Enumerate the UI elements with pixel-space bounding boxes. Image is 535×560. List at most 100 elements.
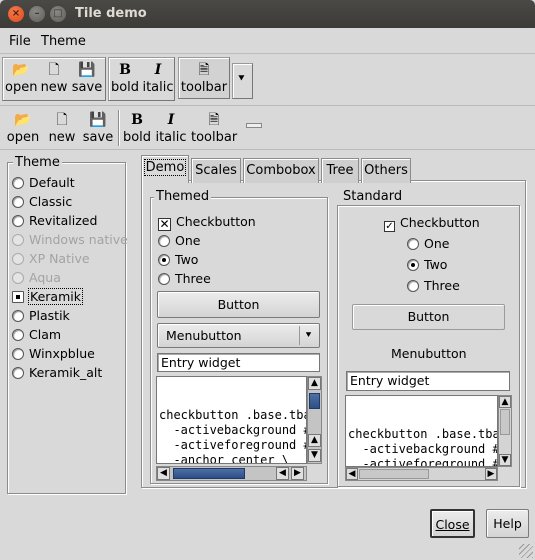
tab-demo[interactable]: Demo xyxy=(141,155,189,183)
scroll-right-icon[interactable]: ▶ xyxy=(291,467,304,480)
toolbar1-italic-button[interactable]: I italic xyxy=(142,60,174,95)
toolbar2-bold-button[interactable]: B bold xyxy=(122,110,152,145)
toolbar2-toolbar-button[interactable]: 🗎 toolbar xyxy=(191,110,237,145)
help-button[interactable]: Help xyxy=(486,509,529,538)
resize-grip-icon[interactable] xyxy=(519,544,533,558)
standard-button[interactable]: Button xyxy=(352,304,505,330)
toolbar2-open-label: open xyxy=(6,130,40,145)
radio-indicator-icon xyxy=(407,238,419,250)
standard-checkbutton[interactable]: ✓ Checkbutton xyxy=(384,215,480,232)
checkbox-icon: ✕ xyxy=(158,217,171,231)
standard-vscrollbar[interactable]: ▲ ▼ xyxy=(498,395,512,467)
radio-indicator-icon xyxy=(12,177,24,189)
toolbar1-open-button[interactable]: 📂 open xyxy=(5,60,37,95)
standard-checkbutton-label: Checkbutton xyxy=(400,215,480,230)
radio-indicator-icon xyxy=(12,310,24,322)
toolbar2-open-button[interactable]: 📂 open xyxy=(6,110,40,145)
themed-menubutton[interactable]: Menubutton ⯆ xyxy=(157,323,320,348)
scroll-left-icon[interactable]: ◀ xyxy=(346,468,358,480)
radio-indicator-icon xyxy=(12,272,24,284)
text-line: -activebackground #d xyxy=(348,442,498,456)
radio-indicator-icon xyxy=(12,234,24,246)
standard-radio-two[interactable]: Two xyxy=(407,257,447,272)
radio-label: One xyxy=(424,236,450,251)
scroll-down-icon[interactable]: ▼ xyxy=(499,454,511,466)
toolbar1-toolbar-label: toolbar xyxy=(180,80,228,95)
theme-option[interactable]: Keramik xyxy=(12,288,83,305)
minimize-icon[interactable]: – xyxy=(29,6,45,22)
themed-menubutton-label: Menubutton xyxy=(166,328,242,343)
scroll-down-icon[interactable]: ▼ xyxy=(308,449,321,462)
toolbar2-save-label: save xyxy=(82,130,114,145)
themed-text[interactable]: checkbutton .base.tba -activebackground … xyxy=(156,376,307,464)
radio-label: One xyxy=(175,233,201,248)
themed-entry[interactable]: Entry widget xyxy=(157,353,320,372)
toolbar2-bold-label: bold xyxy=(122,130,152,145)
scroll-left-icon[interactable]: ◀ xyxy=(276,467,289,480)
themed-hscrollbar[interactable]: ◀ ◀ ▶ xyxy=(156,466,307,481)
standard-entry[interactable]: Entry widget xyxy=(346,371,510,391)
window-title: Tile demo xyxy=(75,6,147,21)
toolbar1-open-label: open xyxy=(5,80,38,95)
scroll-up-icon[interactable]: ▲ xyxy=(308,434,321,447)
toolbar1-toolbar-button[interactable]: 🗎 toolbar xyxy=(180,60,228,95)
tab-tree[interactable]: Tree xyxy=(321,158,359,183)
toolbar1-bold-button[interactable]: B bold xyxy=(110,60,140,95)
themed-hscroll-thumb[interactable] xyxy=(173,468,245,479)
tab-others[interactable]: Others xyxy=(361,158,411,183)
theme-option[interactable]: Keramik_alt xyxy=(12,365,102,380)
themed-checkbutton[interactable]: ✕ Checkbutton xyxy=(158,214,256,231)
scroll-right-icon[interactable]: ▶ xyxy=(485,468,497,480)
themed-vscrollbar[interactable]: ▲ ▲ ▼ xyxy=(307,376,322,464)
theme-option[interactable]: Revitalized xyxy=(12,213,97,228)
theme-option[interactable]: Plastik xyxy=(12,308,70,323)
toolbar2-menubutton[interactable] xyxy=(246,123,262,128)
maximize-icon[interactable]: □ xyxy=(50,6,66,22)
help-button-label: Help xyxy=(493,516,522,531)
standard-hscrollbar[interactable]: ◀ ▶ xyxy=(345,467,498,481)
themed-button[interactable]: Button xyxy=(157,291,320,318)
toolbar2-new-button[interactable]: 🗋 new xyxy=(47,110,77,145)
toolbar1-save-button[interactable]: 💾 save xyxy=(71,60,103,95)
radio-label: Three xyxy=(424,278,460,293)
standard-hscroll-thumb[interactable] xyxy=(359,469,429,479)
toolbar2-italic-label: italic xyxy=(155,130,187,145)
radio-indicator-icon xyxy=(158,254,170,266)
standard-menubutton[interactable]: Menubutton xyxy=(391,346,467,361)
text-line: -activeforeground #0 xyxy=(348,457,498,467)
menu-theme[interactable]: Theme xyxy=(41,34,86,49)
standard-vscroll-thumb[interactable] xyxy=(500,409,510,435)
text-line: -activebackground # xyxy=(159,423,307,437)
menu-bar: File Theme xyxy=(0,28,535,54)
themed-radio-two[interactable]: Two xyxy=(158,252,198,267)
themed-radio-one[interactable]: One xyxy=(158,233,200,248)
toolbar2-save-button[interactable]: 💾 save xyxy=(82,110,114,145)
standard-radio-three[interactable]: Three xyxy=(407,278,460,293)
italic-icon: I xyxy=(154,62,162,78)
toolbar1-new-button[interactable]: 🗋 new xyxy=(40,60,68,95)
close-button[interactable]: Close xyxy=(430,509,475,538)
toolbar2-new-label: new xyxy=(48,130,76,145)
tab-scales[interactable]: Scales xyxy=(191,158,241,183)
standard-radio-one[interactable]: One xyxy=(407,236,449,251)
toolbar2-separator xyxy=(118,110,120,146)
radio-indicator-icon xyxy=(407,259,419,271)
themed-radio-three[interactable]: Three xyxy=(158,271,211,286)
toolbar2-italic-button[interactable]: I italic xyxy=(155,110,187,145)
theme-option[interactable]: Clam xyxy=(12,327,61,342)
scroll-left-icon[interactable]: ◀ xyxy=(157,467,170,480)
theme-option[interactable]: Winxpblue xyxy=(12,346,95,361)
scroll-up-icon[interactable]: ▲ xyxy=(308,377,321,390)
scroll-up-icon[interactable]: ▲ xyxy=(499,396,511,408)
toolbar1-menubutton[interactable]: ⯆ xyxy=(232,63,253,99)
menu-file[interactable]: File xyxy=(9,34,31,49)
standard-text[interactable]: checkbutton .base.tbar -activebackground… xyxy=(345,395,498,467)
theme-option[interactable]: Classic xyxy=(12,194,72,209)
theme-option-label: Clam xyxy=(29,327,62,342)
save-icon: 💾 xyxy=(89,112,107,128)
themed-vscroll-thumb[interactable] xyxy=(309,393,320,409)
tab-combobox[interactable]: Combobox xyxy=(243,158,319,183)
close-icon[interactable]: × xyxy=(8,6,24,22)
toolbar1-new-label: new xyxy=(40,80,68,95)
theme-option[interactable]: Default xyxy=(12,175,75,190)
